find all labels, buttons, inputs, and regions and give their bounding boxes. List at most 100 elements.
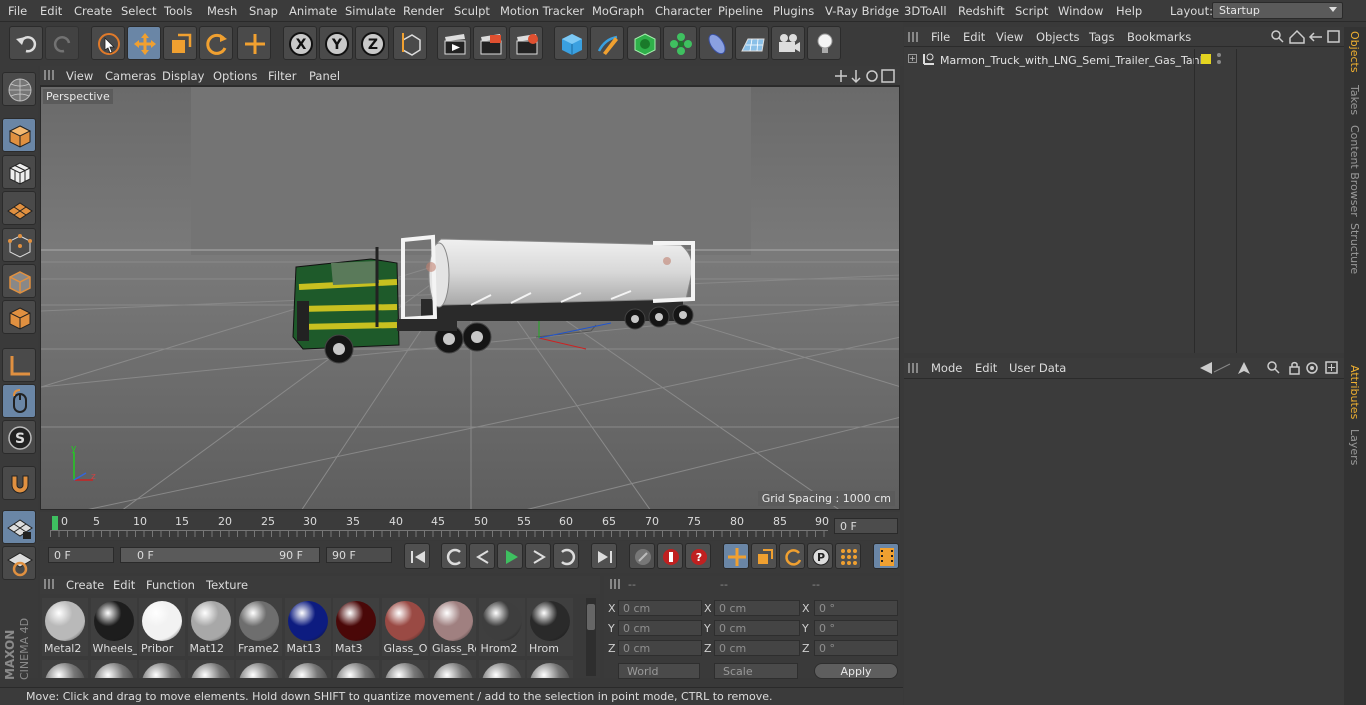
menu-mesh[interactable]: Mesh (207, 4, 237, 18)
material-swatch[interactable] (42, 660, 88, 678)
playhead-marker[interactable] (52, 516, 58, 530)
frame-range-slider[interactable]: 0 F 90 F (120, 547, 320, 563)
coordinate-space-select[interactable]: World (618, 663, 700, 679)
material-swatch[interactable]: Pribor (139, 598, 185, 656)
material-swatch[interactable]: Glass_O (381, 598, 428, 656)
undo-button[interactable] (9, 26, 43, 60)
material-scrollbar[interactable] (586, 598, 596, 676)
workplane-mode-button[interactable] (2, 191, 36, 225)
quantize-button[interactable] (2, 546, 36, 580)
polygons-mode-button[interactable] (2, 300, 36, 334)
menu-snap[interactable]: Snap (249, 4, 278, 18)
menu-plugins[interactable]: Plugins (773, 4, 814, 18)
tab-structure[interactable]: Structure (1348, 223, 1361, 274)
tab-layers[interactable]: Layers (1348, 429, 1361, 465)
om-header-icons[interactable] (1270, 29, 1342, 45)
menu-pipeline[interactable]: Pipeline (718, 4, 763, 18)
om-menu-file[interactable]: File (931, 30, 950, 44)
om-menu-tags[interactable]: Tags (1089, 30, 1114, 44)
size-mode-select[interactable]: Scale (714, 663, 798, 679)
menu-window[interactable]: Window (1058, 4, 1103, 18)
material-menu-texture[interactable]: Texture (206, 578, 248, 592)
menu-render[interactable]: Render (403, 4, 444, 18)
om-menu-objects[interactable]: Objects (1036, 30, 1079, 44)
edges-mode-button[interactable] (2, 264, 36, 298)
layout-select[interactable]: Startup (1212, 2, 1343, 19)
key-parameter-button[interactable]: P (807, 543, 833, 569)
camera-button[interactable] (771, 26, 805, 60)
viewport-menu-view[interactable]: View (66, 69, 93, 83)
render-settings-button[interactable] (509, 26, 543, 60)
menu-help[interactable]: Help (1116, 4, 1142, 18)
layer-color-icon[interactable] (1201, 54, 1211, 64)
tab-objects[interactable]: Objects (1348, 31, 1361, 73)
key-rotation-button[interactable] (779, 543, 805, 569)
y-axis-button[interactable]: Y (319, 26, 353, 60)
viewport-menu-panel[interactable]: Panel (309, 69, 340, 83)
render-region-button[interactable] (473, 26, 507, 60)
menu-vray-bridge[interactable]: V-Ray Bridge (825, 4, 899, 18)
material-swatch[interactable] (478, 660, 525, 678)
viewport-menu-options[interactable]: Options (213, 69, 257, 83)
key-position-button[interactable] (723, 543, 749, 569)
material-swatch[interactable]: Mat12 (187, 598, 234, 656)
menu-create[interactable]: Create (74, 4, 112, 18)
material-swatch[interactable] (187, 660, 234, 678)
redo-button[interactable] (45, 26, 79, 60)
rot-y-field[interactable]: 0 ° (814, 620, 898, 636)
menu-edit[interactable]: Edit (40, 4, 62, 18)
menu-tools[interactable]: Tools (164, 4, 192, 18)
z-axis-button[interactable]: Z (355, 26, 389, 60)
menu-character[interactable]: Character (655, 4, 712, 18)
end-frame-field[interactable]: 90 F (326, 547, 392, 563)
material-swatch[interactable] (90, 660, 137, 678)
scale-tool-button[interactable] (163, 26, 197, 60)
render-visibility-icon[interactable] (1217, 60, 1221, 64)
attr-menu-edit[interactable]: Edit (975, 361, 997, 375)
material-menu-edit[interactable]: Edit (113, 578, 135, 592)
size-z-field[interactable]: 0 cm (714, 640, 800, 656)
menu-file[interactable]: File (8, 4, 27, 18)
om-menu-edit[interactable]: Edit (963, 30, 985, 44)
material-swatch[interactable] (381, 660, 428, 678)
snap-button[interactable] (2, 466, 36, 500)
size-y-field[interactable]: 0 cm (714, 620, 800, 636)
perspective-viewport[interactable]: y z Perspective Grid Spacing : 1000 cm (40, 86, 900, 510)
cloner-button[interactable] (663, 26, 697, 60)
rotate-tool-button[interactable] (199, 26, 233, 60)
spline-pen-button[interactable] (590, 26, 624, 60)
make-editable-button[interactable] (2, 72, 36, 106)
material-swatch[interactable] (139, 660, 185, 678)
rot-z-field[interactable]: 0 ° (814, 640, 898, 656)
viewport-nav-icons[interactable] (834, 68, 898, 84)
key-pla-button[interactable] (835, 543, 861, 569)
keyframe-selection-button[interactable]: ? (685, 543, 711, 569)
expand-icon[interactable]: + (908, 54, 917, 63)
start-frame-field[interactable]: 0 F (48, 547, 114, 563)
menu-script[interactable]: Script (1015, 4, 1048, 18)
menu-motion-tracker[interactable]: Motion Tracker (500, 4, 584, 18)
light-button[interactable] (807, 26, 841, 60)
model-mode-button[interactable] (2, 118, 36, 152)
menu-sculpt[interactable]: Sculpt (454, 4, 490, 18)
pos-y-field[interactable]: 0 cm (618, 620, 702, 636)
solo-button[interactable]: S (2, 420, 36, 454)
timeline-ruler[interactable]: 0 5 10 15 20 25 30 35 40 45 50 55 60 65 … (40, 512, 900, 540)
move-tool-button[interactable] (127, 26, 161, 60)
object-row[interactable]: + Marmon_Truck_with_LNG_Semi_Trailer_Gas… (904, 49, 1344, 69)
menu-redshift[interactable]: Redshift (958, 4, 1005, 18)
material-menu-create[interactable]: Create (66, 578, 104, 592)
material-swatch[interactable] (236, 660, 282, 678)
next-frame-button[interactable] (525, 543, 551, 569)
scrollbar-thumb[interactable] (587, 604, 595, 630)
tab-takes[interactable]: Takes (1348, 85, 1361, 115)
autokey-button[interactable] (657, 543, 683, 569)
coordinate-system-button[interactable] (393, 26, 427, 60)
texture-mode-button[interactable] (2, 155, 36, 189)
material-menu-function[interactable]: Function (146, 578, 195, 592)
rot-x-field[interactable]: 0 ° (814, 600, 898, 616)
viewport-menu-filter[interactable]: Filter (268, 69, 296, 83)
material-swatch[interactable]: Wheels_ (90, 598, 137, 656)
size-x-field[interactable]: 0 cm (714, 600, 800, 616)
material-swatch[interactable]: Mat13 (284, 598, 331, 656)
